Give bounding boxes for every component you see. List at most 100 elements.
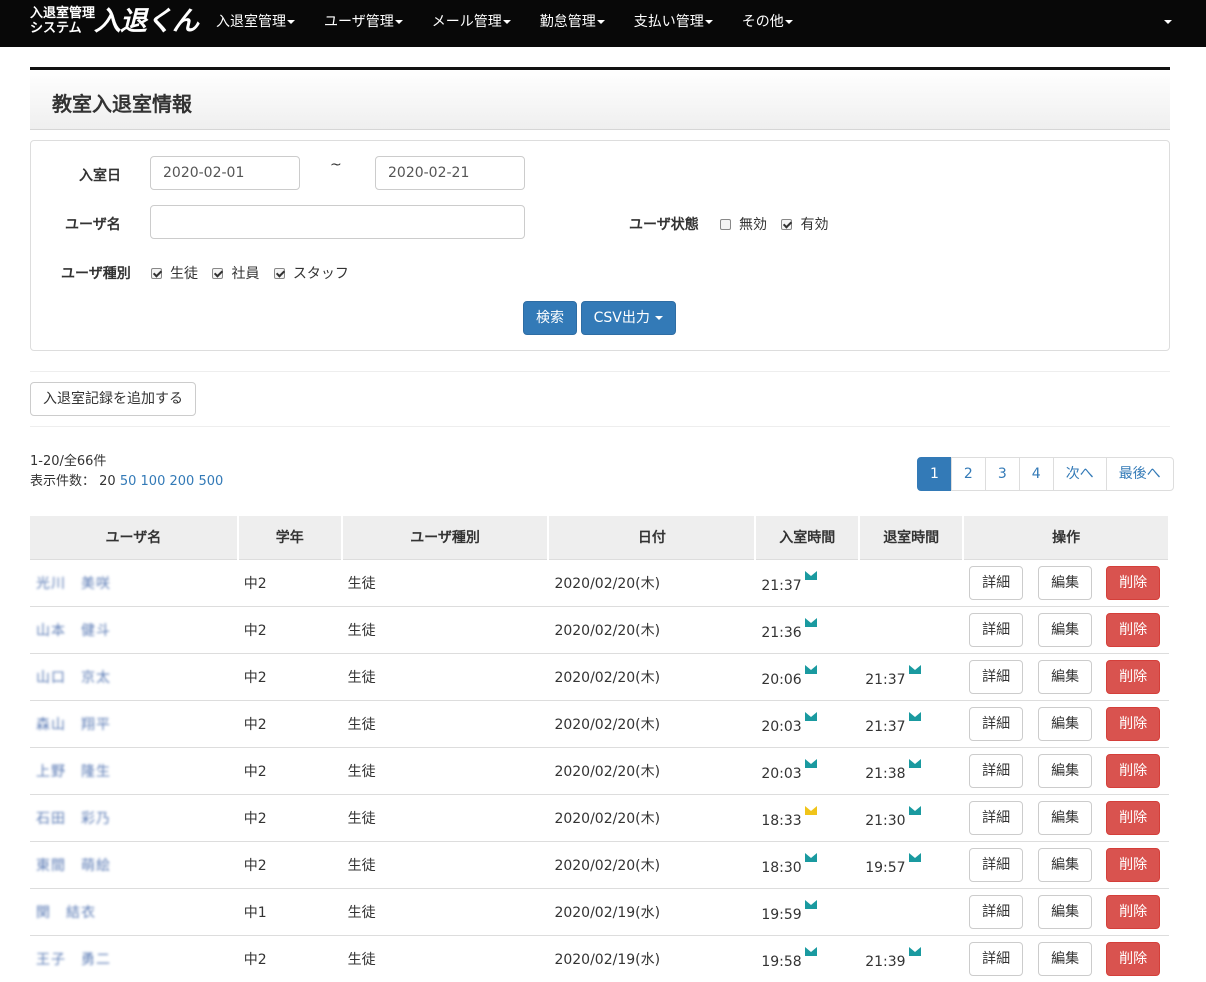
detail-button[interactable]: 詳細	[969, 612, 1024, 647]
detail-button[interactable]: 詳細	[969, 659, 1024, 694]
date-from-input[interactable]: 2020-02-01	[150, 156, 300, 190]
per-page-option-500[interactable]: 500	[198, 474, 223, 489]
type-staff-option[interactable]: スタッフ	[273, 266, 349, 282]
delete-button[interactable]: 削除	[1106, 800, 1161, 835]
mail-icon[interactable]	[908, 947, 921, 956]
detail-button[interactable]: 詳細	[969, 706, 1024, 741]
date-to-input[interactable]: 2020-02-21	[375, 156, 525, 190]
column-header-entry-time[interactable]: 入室時間	[755, 516, 861, 560]
delete-button[interactable]: 削除	[1106, 659, 1161, 694]
delete-button[interactable]: 削除	[1106, 706, 1161, 741]
mail-icon[interactable]	[908, 665, 921, 674]
detail-button[interactable]: 詳細	[969, 847, 1024, 882]
column-header-username[interactable]: ユーザ名	[30, 516, 239, 560]
detail-button[interactable]: 詳細	[969, 894, 1024, 929]
logo-title: 入退くん	[94, 6, 199, 37]
column-header-grade[interactable]: 学年	[237, 516, 343, 560]
mail-icon[interactable]	[804, 618, 817, 627]
type-student-checkbox[interactable]	[151, 268, 162, 279]
delete-button[interactable]: 削除	[1106, 753, 1161, 788]
per-page-option-100[interactable]: 100	[141, 474, 166, 489]
edit-button[interactable]: 編集	[1038, 565, 1093, 600]
mail-icon[interactable]	[908, 806, 921, 815]
user-status-options: 無効 有効	[720, 214, 838, 234]
page-3-link[interactable]: 3	[984, 457, 1020, 491]
edit-button[interactable]: 編集	[1038, 612, 1093, 647]
type-student-option[interactable]: 生徒	[151, 266, 198, 282]
edit-button[interactable]: 編集	[1038, 894, 1093, 929]
mail-icon[interactable]	[908, 759, 921, 768]
status-active-checkbox[interactable]	[781, 219, 793, 230]
table-body: 光川 美咲 中2 生徒 2020/02/20(木) 21:37 詳細 編集 削除 山本 健斗 中2…	[30, 558, 1169, 982]
search-button[interactable]: 検索	[523, 301, 577, 335]
mail-icon[interactable]	[804, 571, 817, 580]
mail-icon[interactable]	[908, 712, 921, 721]
user-name-link[interactable]: 関 結衣	[36, 902, 96, 922]
per-page-option-200[interactable]: 200	[170, 474, 195, 489]
edit-button[interactable]: 編集	[1038, 847, 1093, 882]
csv-export-button[interactable]: CSV出力	[581, 301, 676, 335]
delete-button[interactable]: 削除	[1106, 565, 1161, 600]
detail-button[interactable]: 詳細	[969, 941, 1024, 976]
type-employee-option[interactable]: 社員	[212, 266, 259, 282]
status-active-option[interactable]: 有効	[781, 217, 828, 233]
mail-icon[interactable]	[804, 947, 817, 956]
nav-item-mail-management[interactable]: メール管理	[432, 0, 511, 47]
per-page-option-50[interactable]: 50	[120, 474, 137, 489]
status-inactive-checkbox[interactable]	[720, 219, 731, 230]
page-4-link[interactable]: 4	[1018, 457, 1054, 491]
nav-item-user-management[interactable]: ユーザ管理	[324, 0, 403, 47]
mail-icon[interactable]	[804, 900, 817, 909]
nav-item-other[interactable]: その他	[742, 0, 793, 47]
nav-item-attendance-management[interactable]: 勤怠管理	[540, 0, 605, 47]
edit-button[interactable]: 編集	[1038, 753, 1093, 788]
next-page-link[interactable]: 次へ	[1052, 457, 1107, 491]
add-entry-record-button[interactable]: 入退室記録を追加する	[30, 382, 196, 416]
user-name-link[interactable]: 光川 美咲	[36, 573, 111, 593]
last-page-link[interactable]: 最後へ	[1105, 457, 1174, 491]
username-label: ユーザ名	[65, 217, 121, 233]
mail-icon[interactable]	[804, 665, 817, 674]
user-name-link[interactable]: 石田 彩乃	[36, 808, 111, 828]
nav-item-payment-management[interactable]: 支払い管理	[634, 0, 713, 47]
user-name-link[interactable]: 山口 京太	[36, 667, 111, 687]
page-1-link[interactable]: 1	[917, 457, 952, 491]
user-type-value: 生徒	[347, 575, 376, 592]
mail-icon[interactable]	[804, 853, 817, 862]
user-name-link[interactable]: 上野 隆生	[36, 761, 111, 781]
mail-icon[interactable]	[908, 853, 921, 862]
user-name-link[interactable]: 東間 萌絵	[36, 855, 111, 875]
type-employee-checkbox[interactable]	[212, 268, 224, 279]
edit-button[interactable]: 編集	[1038, 706, 1093, 741]
delete-button[interactable]: 削除	[1106, 941, 1161, 976]
delete-button[interactable]: 削除	[1106, 847, 1161, 882]
row-actions: 詳細 編集 削除	[969, 654, 1163, 700]
delete-button[interactable]: 削除	[1106, 894, 1161, 929]
delete-button[interactable]: 削除	[1106, 612, 1161, 647]
nav-label: その他	[741, 14, 784, 30]
column-header-user-type[interactable]: ユーザ種別	[341, 516, 550, 560]
user-name-link[interactable]: 森山 翔平	[36, 714, 111, 734]
table-row: 上野 隆生 中2 生徒 2020/02/20(木) 20:03 21:38 詳細 編集 削除	[30, 746, 1169, 794]
edit-button[interactable]: 編集	[1038, 941, 1093, 976]
nav-item-entry-management[interactable]: 入退室管理	[216, 0, 295, 47]
detail-button[interactable]: 詳細	[969, 800, 1024, 835]
column-header-exit-time[interactable]: 退室時間	[859, 516, 965, 560]
username-input[interactable]	[150, 205, 525, 239]
mail-icon[interactable]	[804, 712, 817, 721]
user-name-link[interactable]: 山本 健斗	[36, 620, 111, 640]
user-name-link[interactable]: 王子 勇二	[36, 949, 111, 969]
detail-button[interactable]: 詳細	[969, 753, 1024, 788]
user-menu-caret-icon[interactable]	[1164, 20, 1172, 24]
edit-button[interactable]: 編集	[1038, 659, 1093, 694]
mail-alert-icon[interactable]	[804, 806, 817, 815]
page-2-link[interactable]: 2	[950, 457, 986, 491]
status-inactive-option[interactable]: 無効	[720, 217, 767, 233]
main-menu: 入退室管理 ユーザ管理 メール管理 勤怠管理 支払い管理 その他	[216, 0, 822, 47]
type-staff-checkbox[interactable]	[273, 268, 285, 279]
exit-time-value: 21:38	[865, 766, 906, 782]
edit-button[interactable]: 編集	[1038, 800, 1093, 835]
column-header-date[interactable]: 日付	[548, 516, 757, 560]
mail-icon[interactable]	[804, 759, 817, 768]
detail-button[interactable]: 詳細	[969, 565, 1024, 600]
